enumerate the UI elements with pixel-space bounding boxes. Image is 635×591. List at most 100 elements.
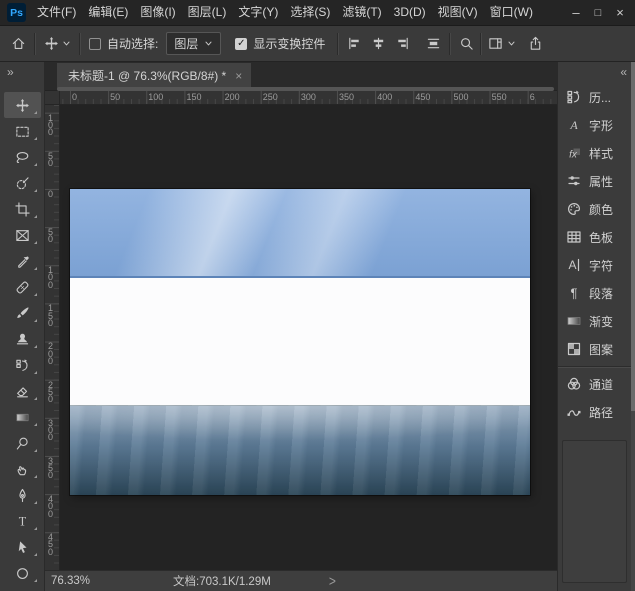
panel-dock: « 历... A字形fx样式属性颜色色板A字符¶段落渐变图案 通道路径 — [557, 62, 635, 591]
auto-select-target-dropdown[interactable]: 图层 — [166, 32, 221, 55]
workspace-chevron-icon[interactable] — [507, 39, 516, 48]
panel-button-channels[interactable]: 通道 — [558, 370, 635, 398]
paths-icon — [566, 404, 582, 420]
workspace-icon — [488, 36, 503, 51]
tool-crop[interactable] — [4, 196, 41, 222]
svg-text:fx: fx — [569, 150, 578, 161]
menu-3d[interactable]: 3D(D) — [388, 0, 432, 25]
tool-brush[interactable] — [4, 300, 41, 326]
menu-file[interactable]: 文件(F) — [31, 0, 82, 25]
menu-select[interactable]: 选择(S) — [284, 0, 336, 25]
tool-eraser[interactable] — [4, 378, 41, 404]
tool-preset-chevron-icon[interactable] — [62, 39, 71, 48]
type-icon: T — [15, 514, 30, 529]
v-ruler-label: 5 0 — [48, 153, 53, 168]
eyedropper-icon — [15, 254, 30, 269]
auto-select-checkbox[interactable] — [89, 38, 101, 50]
close-button[interactable]: × — [609, 2, 631, 24]
menu-type[interactable]: 文字(Y) — [232, 0, 284, 25]
tool-quick-selection[interactable] — [4, 170, 41, 196]
menu-filter[interactable]: 滤镜(T) — [336, 0, 387, 25]
search-button[interactable] — [459, 36, 474, 51]
status-bar: 76.33% 文档:703.1K/1.29M > — [45, 570, 557, 591]
h-ruler-label: 300 — [301, 92, 316, 102]
menu-image[interactable]: 图像(I) — [134, 0, 181, 25]
panel-button-history[interactable]: 历... — [558, 83, 635, 111]
expand-tools-button[interactable]: » — [0, 62, 44, 79]
status-chevron-icon[interactable]: > — [329, 572, 336, 590]
dodge-icon — [15, 436, 30, 451]
panel-button-properties[interactable]: 属性 — [558, 167, 635, 195]
menu-window[interactable]: 窗口(W) — [484, 0, 539, 25]
patterns-icon — [566, 341, 582, 357]
h-ruler-label: 100 — [148, 92, 163, 102]
tool-smudge[interactable] — [4, 456, 41, 482]
align-left-button[interactable] — [347, 36, 362, 51]
divider — [480, 33, 482, 55]
panel-button-character[interactable]: A字符 — [558, 251, 635, 279]
tool-pen[interactable] — [4, 482, 41, 508]
divider — [79, 33, 81, 55]
distribute-icon — [426, 36, 441, 51]
tool-clone-stamp[interactable] — [4, 326, 41, 352]
panel-button-swatches[interactable]: 色板 — [558, 223, 635, 251]
tool-eyedropper[interactable] — [4, 248, 41, 274]
h-ruler-label: 450 — [415, 92, 430, 102]
tool-history-brush[interactable] — [4, 352, 41, 378]
minimize-button[interactable]: – — [565, 2, 587, 24]
tool-dodge[interactable] — [4, 430, 41, 456]
swatches-icon — [566, 229, 582, 245]
ruler-row: 0501001502002503003504004505005506 — [45, 91, 557, 105]
vertical-ruler[interactable]: 1 0 05 005 01 0 01 5 02 0 02 5 03 0 03 5… — [45, 105, 60, 570]
align-left-icon — [347, 36, 362, 51]
align-right-button[interactable] — [395, 36, 410, 51]
canvas[interactable] — [70, 189, 530, 495]
document-tab[interactable]: 未标题-1 @ 76.3%(RGB/8#) * × — [57, 63, 251, 88]
maximize-button[interactable]: □ — [587, 2, 609, 24]
panel-button-gradients[interactable]: 渐变 — [558, 307, 635, 335]
workspace-switcher-button[interactable] — [488, 36, 503, 51]
panel-button-color[interactable]: 颜色 — [558, 195, 635, 223]
align-center-button[interactable] — [371, 36, 386, 51]
panel-button-styles[interactable]: fx样式 — [558, 139, 635, 167]
tool-frame[interactable] — [4, 222, 41, 248]
panel-button-glyphs[interactable]: A字形 — [558, 111, 635, 139]
tool-rectangular-marquee[interactable] — [4, 118, 41, 144]
move-icon — [44, 36, 59, 51]
tool-ellipse[interactable] — [4, 560, 41, 586]
document-tab-title: 未标题-1 @ 76.3%(RGB/8#) * — [68, 67, 226, 84]
panel-button-paths[interactable]: 路径 — [558, 398, 635, 426]
h-ruler-label: 350 — [339, 92, 354, 102]
menu-layer[interactable]: 图层(L) — [182, 0, 233, 25]
tab-close-icon[interactable]: × — [235, 69, 242, 83]
distribute-button[interactable] — [426, 36, 441, 51]
photoshop-logo[interactable]: Ps — [7, 3, 26, 22]
current-tool-move-icon[interactable] — [44, 36, 59, 51]
pasteboard[interactable] — [60, 105, 557, 570]
tool-spot-healing[interactable] — [4, 274, 41, 300]
share-button[interactable] — [528, 36, 543, 51]
home-button[interactable] — [11, 36, 26, 51]
dock-scrollbar-thumb[interactable] — [631, 62, 635, 411]
h-ruler-label: 400 — [377, 92, 392, 102]
tool-gradient[interactable] — [4, 404, 41, 430]
tool-lasso[interactable] — [4, 144, 41, 170]
show-transform-checkbox[interactable]: ✓ — [235, 38, 247, 50]
v-ruler-label: 5 0 — [48, 229, 53, 244]
zoom-level-field[interactable]: 76.33% — [51, 575, 121, 587]
tool-type[interactable]: T — [4, 508, 41, 534]
menu-view[interactable]: 视图(V) — [432, 0, 484, 25]
horizontal-ruler[interactable]: 0501001502002503003504004505005506 — [60, 91, 557, 105]
panel-button-patterns[interactable]: 图案 — [558, 335, 635, 363]
ellipse-icon — [15, 566, 30, 581]
panel-label-color: 颜色 — [589, 201, 613, 218]
tool-path-selection[interactable] — [4, 534, 41, 560]
panel-button-paragraph[interactable]: ¶段落 — [558, 279, 635, 307]
dock-scrollbar[interactable] — [631, 62, 635, 591]
panel-label-history: 历... — [589, 89, 611, 106]
history-icon — [566, 89, 582, 105]
menu-edit[interactable]: 编辑(E) — [82, 0, 134, 25]
collapse-panels-icon[interactable]: « — [558, 62, 635, 81]
tool-move[interactable] — [4, 92, 41, 118]
tool-rail: » T — [0, 62, 45, 591]
